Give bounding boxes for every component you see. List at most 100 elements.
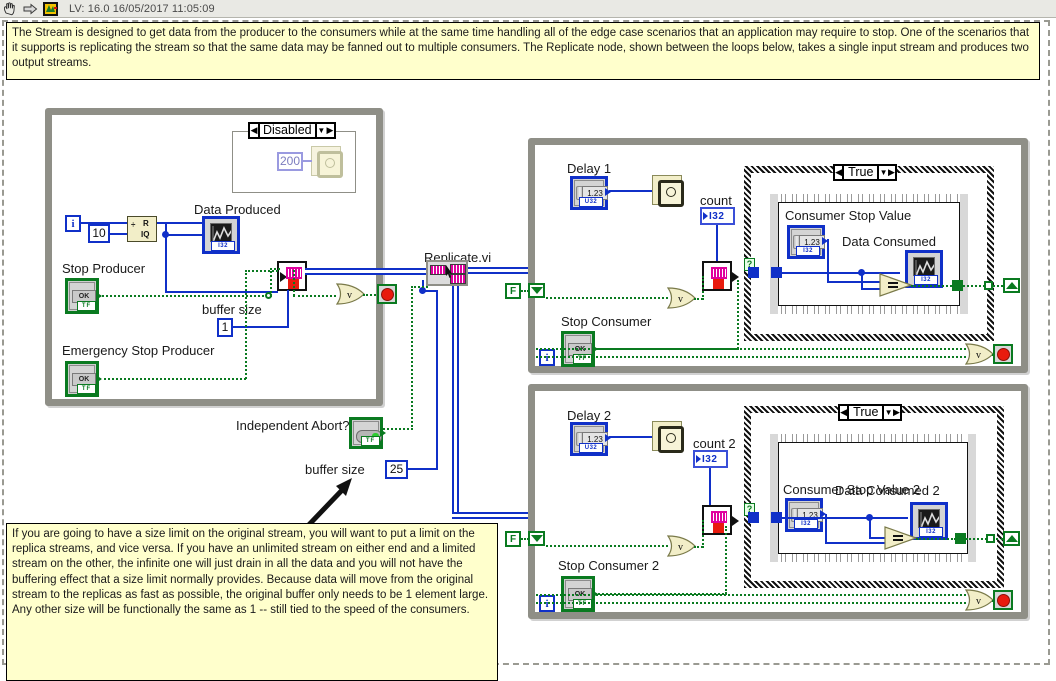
data-consumed-2-label: Data Consumed 2 [835,483,940,498]
stop-producer-type: TF [77,301,96,311]
data-produced-type: I32 [211,241,235,251]
wire-const10-to-qr [110,233,127,235]
count-label: count [700,193,732,208]
chevron-down-icon[interactable]: ▼ [317,126,326,135]
case-selector-1[interactable]: ◀ True ▼ ▶ [833,164,897,181]
case-tunnel-in-1b [771,267,782,278]
comment-bottom[interactable]: If you are going to have a size limit on… [6,523,498,681]
or-gate-consumer-1[interactable]: v [667,287,697,309]
stream-write-node[interactable] [277,261,307,291]
equal-node-1[interactable] [879,273,913,297]
svg-text:v: v [347,290,352,301]
next-case-icon-2[interactable]: ▶ [892,406,901,419]
comment-top[interactable]: The Stream is designed to get data from … [6,22,1040,80]
wire-buffer-to-stream [233,326,289,328]
count-type: I32 [709,210,725,222]
case-tunnel-in-2b [771,512,782,523]
stream-stop-square-icon-2 [713,523,724,533]
count-2-indicator[interactable]: I32 [693,450,728,468]
delay-2-label: Delay 2 [567,408,612,423]
independent-abort-control[interactable]: TF [349,417,386,449]
loop-tunnel-out-1 [984,281,993,290]
caret-tunnel-2[interactable] [528,531,545,546]
wire-replica-buffer [408,468,438,470]
wait-ms-node-1[interactable] [652,175,684,207]
up-tunnel-2[interactable] [1003,531,1020,546]
prev-case-icon-1[interactable]: ◀ [835,166,843,179]
equal-node-2[interactable] [884,526,918,550]
loop-tunnel-out-2 [986,534,995,543]
next-case-icon[interactable]: ▶ [326,125,334,136]
wire-case1-to-eq [861,288,881,290]
replica-buffer-size-constant[interactable]: 25 [385,460,408,479]
green-wire-out-tunnel-1 [963,285,985,287]
emergency-stop-producer-control[interactable]: OK TF [65,361,102,397]
green-wire-f-to-caret-1 [521,290,529,292]
or-gate-producer[interactable]: v [336,283,366,305]
count-indicator[interactable]: I32 [700,207,735,225]
delay-2-type: U32 [579,443,603,453]
stream-wire-producer-to-replicate [305,268,427,275]
wait-ms-node-2[interactable] [652,421,684,453]
emergency-stop-producer-label: Emergency Stop Producer [62,343,215,358]
producer-buffer-size-constant[interactable]: 1 [217,318,233,337]
consumer-stop-value-2-control[interactable]: 1.23 I32 [785,498,826,532]
stop-consumer-2-type: TF [573,599,592,609]
consumer-stop-value-label: Consumer Stop Value [785,208,912,223]
consumer-stop-value-control[interactable]: 1.23 I32 [787,225,828,259]
data-consumed-2-type: I32 [919,527,943,537]
qr-label-bottom: IQ [141,230,150,239]
producer-stop-indicator[interactable] [377,284,397,304]
wire-delay1-to-wait [609,190,653,192]
delay-1-control[interactable]: 1.23 U32 [570,176,611,210]
producer-iteration-terminal[interactable]: i [65,215,81,232]
case-tunnel-out-2 [955,533,966,544]
disabled-wait-constant[interactable]: 200 [277,152,303,171]
data-produced-indicator[interactable]: I32 [202,216,240,254]
replica-buffer-size-label: buffer size [305,462,365,477]
wait-ms-node-disabled[interactable] [311,146,343,178]
up-tunnel-1[interactable] [1003,278,1020,293]
quotient-remainder-node[interactable]: ÷ R IQ [127,216,157,242]
stop-producer-control[interactable]: OK TF [65,278,102,314]
divisor-constant[interactable]: 10 [88,224,110,243]
stop-dot-icon-1 [996,347,1010,361]
stream-read-node-2[interactable] [702,505,739,535]
chevron-down-icon-2[interactable]: ▼ [884,408,893,417]
qr-divide-sign: ÷ [131,220,136,229]
wire-stopvalue2-right [825,542,886,544]
data-consumed-label: Data Consumed [842,234,936,249]
run-arrow-icon[interactable] [23,2,38,16]
svg-text:v: v [678,294,683,305]
wire-stopvalue-right [827,281,881,283]
prev-case-icon-2[interactable]: ◀ [840,406,848,419]
false-tunnel-2[interactable]: F [505,531,521,547]
or-gate-consumer-2[interactable]: v [667,535,697,557]
caret-tunnel-1[interactable] [528,283,545,298]
disable-structure-selector[interactable]: ◀ Disabled ▼ ▶ [248,122,336,139]
false-tunnel-1[interactable]: F [505,283,521,299]
case-selector-2[interactable]: ◀ True ▼ ▶ [838,404,902,421]
labview-vi-icon[interactable] [43,1,58,16]
stream-icon-2 [711,511,727,523]
prev-case-icon[interactable]: ◀ [250,125,258,136]
or-gate-loop-stop-1[interactable]: v [965,343,995,365]
watch-icon [658,180,684,207]
consumer-2-stop-indicator[interactable] [993,590,1013,610]
chart-screen [210,223,232,242]
or-gate-loop-stop-2[interactable]: v [965,589,995,611]
disable-case-label: Disabled [257,124,317,137]
green-wire-junction [265,292,272,299]
consumer-1-stop-indicator[interactable] [993,344,1013,364]
chevron-down-icon-1[interactable]: ▼ [879,168,888,177]
green-wire-or-up-2 [702,520,704,548]
diagram-canvas[interactable]: The Stream is designed to get data from … [0,18,1056,681]
case-tunnel-out-1 [952,280,963,291]
hand-cursor-icon[interactable] [3,1,18,16]
caret-up-icon-2 [1005,535,1018,542]
stream-read-node-1[interactable] [702,261,739,291]
delay-2-control[interactable]: 1.23 U32 [570,422,611,456]
stream-stop-square-icon-1 [713,279,724,289]
next-case-icon-1[interactable]: ▶ [887,166,896,179]
replicate-vi-node[interactable] [426,260,468,286]
